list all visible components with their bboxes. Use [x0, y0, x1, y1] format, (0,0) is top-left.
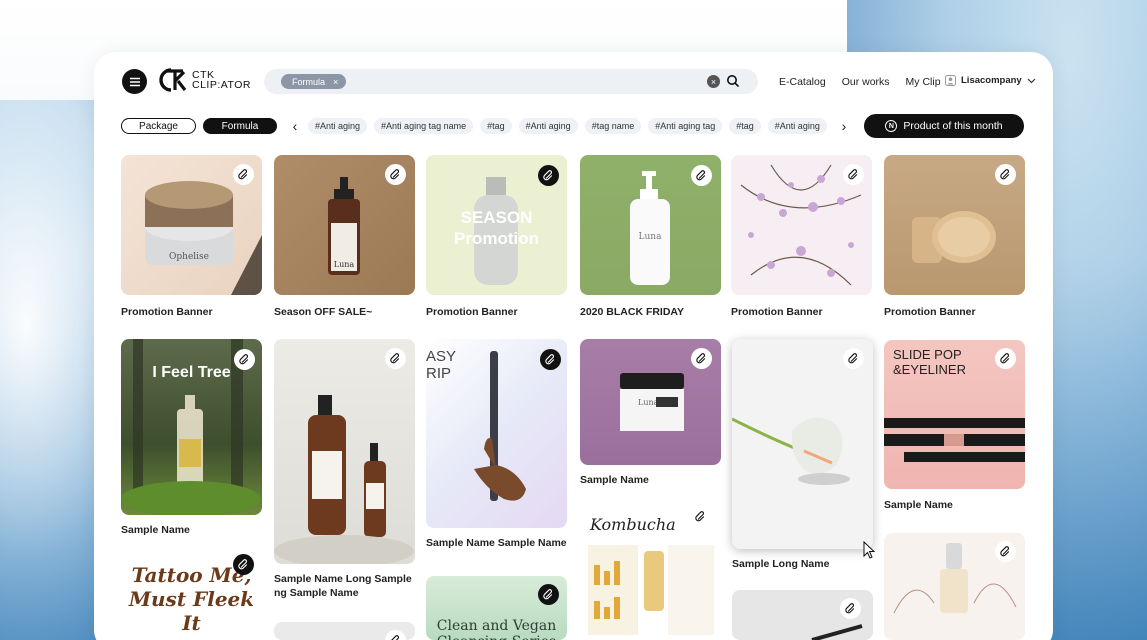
clip-button[interactable]	[995, 541, 1016, 562]
search-bar[interactable]: Formula × ×	[264, 69, 758, 94]
clip-button[interactable]	[538, 165, 559, 186]
card-name[interactable]: Sample Name	[884, 498, 953, 512]
tag-chip[interactable]: #Anti aging tag name	[374, 118, 474, 134]
paperclip-icon	[1000, 546, 1010, 557]
card-name[interactable]: Season OFF SALE~	[274, 305, 372, 319]
search-icon[interactable]	[726, 74, 740, 88]
user-icon	[945, 75, 956, 86]
card-overlay-text: SEASON Promotion	[454, 208, 539, 248]
logo-mark-icon	[159, 68, 187, 92]
card-brand: Ophelise	[169, 252, 209, 262]
search-chip-label: Formula	[292, 76, 326, 87]
clip-button[interactable]	[995, 164, 1016, 185]
product-of-month-button[interactable]: N Product of this month	[864, 114, 1024, 138]
card-name[interactable]: Promotion Banner	[731, 305, 823, 319]
nav-my-clip[interactable]: My Clip	[906, 76, 941, 88]
logo[interactable]: CTK CLIP:ATOR	[158, 67, 251, 93]
paperclip-icon	[1000, 353, 1010, 364]
chevron-down-icon	[1027, 78, 1036, 83]
card-name[interactable]: Promotion Banner	[426, 305, 518, 319]
mouse-cursor-icon	[863, 541, 875, 559]
paperclip-icon	[543, 170, 553, 181]
search-filter-chip[interactable]: Formula ×	[281, 74, 347, 89]
logo-text: CTK CLIP:ATOR	[192, 70, 251, 91]
menu-button[interactable]	[122, 69, 147, 94]
user-name: Lisacompany	[961, 75, 1022, 86]
paperclip-icon	[848, 169, 858, 180]
tag-list: #Anti aging #Anti aging tag name #tag #A…	[308, 118, 827, 134]
card-overlay-text: Kombucha	[590, 515, 676, 534]
card-brand: Luna	[639, 232, 663, 242]
paperclip-icon	[845, 603, 855, 614]
anthurium-image	[732, 417, 850, 485]
new-badge-icon: N	[885, 120, 898, 132]
clip-button[interactable]	[690, 506, 711, 527]
tag-chip[interactable]: #tag	[729, 118, 761, 134]
clip-button[interactable]	[385, 348, 406, 369]
card-thumbnail[interactable]	[732, 339, 873, 549]
product-of-month-label: Product of this month	[903, 120, 1003, 132]
clip-button[interactable]	[840, 598, 861, 619]
card-name[interactable]: Sample Name Long Sample ng Sample Name	[274, 572, 415, 600]
card-name[interactable]: Sample Name	[121, 523, 190, 537]
paperclip-icon	[696, 170, 706, 181]
clip-button[interactable]	[540, 349, 561, 370]
paperclip-icon	[239, 354, 249, 365]
card-overlay-text: ASY RIP	[426, 348, 456, 382]
card-name[interactable]: Sample Name	[580, 473, 649, 487]
card-name[interactable]: Promotion Banner	[884, 305, 976, 319]
tag-chip[interactable]: #Anti aging tag	[648, 118, 723, 134]
clip-button[interactable]	[995, 348, 1016, 369]
nav-e-catalog[interactable]: E-Catalog	[779, 76, 826, 88]
paperclip-icon	[1000, 169, 1010, 180]
tag-chip[interactable]: #Anti aging	[518, 118, 578, 134]
paperclip-icon	[848, 353, 858, 364]
card-name[interactable]: Sample Long Name	[732, 557, 829, 571]
card-name[interactable]: 2020 BLACK FRIDAY	[580, 305, 684, 319]
paperclip-icon	[696, 353, 706, 364]
top-nav: E-Catalog Our works My Clip	[779, 76, 941, 88]
card-name[interactable]: Sample Name Sample Name	[426, 536, 567, 550]
tag-chip[interactable]: #tag	[480, 118, 512, 134]
hamburger-icon	[129, 77, 140, 86]
clip-button[interactable]	[234, 349, 255, 370]
formula-toggle[interactable]: Formula	[203, 118, 277, 134]
paperclip-icon	[695, 511, 705, 522]
card-brand: Luna	[334, 260, 355, 269]
tag-chip[interactable]: #Anti aging	[767, 118, 827, 134]
clip-button[interactable]	[538, 584, 559, 605]
package-toggle[interactable]: Package	[121, 118, 196, 134]
paperclip-icon	[390, 169, 400, 180]
paperclip-icon	[238, 559, 248, 570]
card-name[interactable]: Promotion Banner	[121, 305, 213, 319]
card-brand: Luna	[638, 398, 659, 407]
clip-button[interactable]	[385, 164, 406, 185]
tag-chip[interactable]: #Anti aging	[308, 118, 368, 134]
user-menu[interactable]: Lisacompany	[945, 75, 1036, 86]
clip-button[interactable]	[233, 554, 254, 575]
clip-button[interactable]	[233, 164, 254, 185]
clip-button[interactable]	[843, 164, 864, 185]
paperclip-icon	[391, 635, 399, 640]
nav-our-works[interactable]: Our works	[842, 76, 890, 88]
logo-line2: CLIP:ATOR	[192, 79, 251, 91]
clip-button[interactable]	[691, 348, 712, 369]
paperclip-icon	[543, 589, 553, 600]
paperclip-icon	[238, 169, 248, 180]
paperclip-icon	[390, 353, 400, 364]
tags-prev-arrow-icon[interactable]: ‹	[289, 118, 301, 134]
paperclip-icon	[545, 354, 555, 365]
clip-button[interactable]	[691, 165, 712, 186]
card-overlay-text: Clean and Vegan Cleansing Series	[436, 618, 557, 640]
chip-close-icon[interactable]: ×	[333, 77, 338, 87]
clip-button[interactable]	[843, 348, 864, 369]
card-thumbnail[interactable]	[274, 339, 415, 564]
clear-search-button[interactable]: ×	[707, 75, 720, 88]
tag-chip[interactable]: #tag name	[584, 118, 642, 134]
tags-next-arrow-icon[interactable]: ›	[838, 118, 850, 134]
card-overlay-text: SLIDE POP &EYELINER	[893, 347, 966, 377]
bottles-image	[274, 395, 414, 564]
